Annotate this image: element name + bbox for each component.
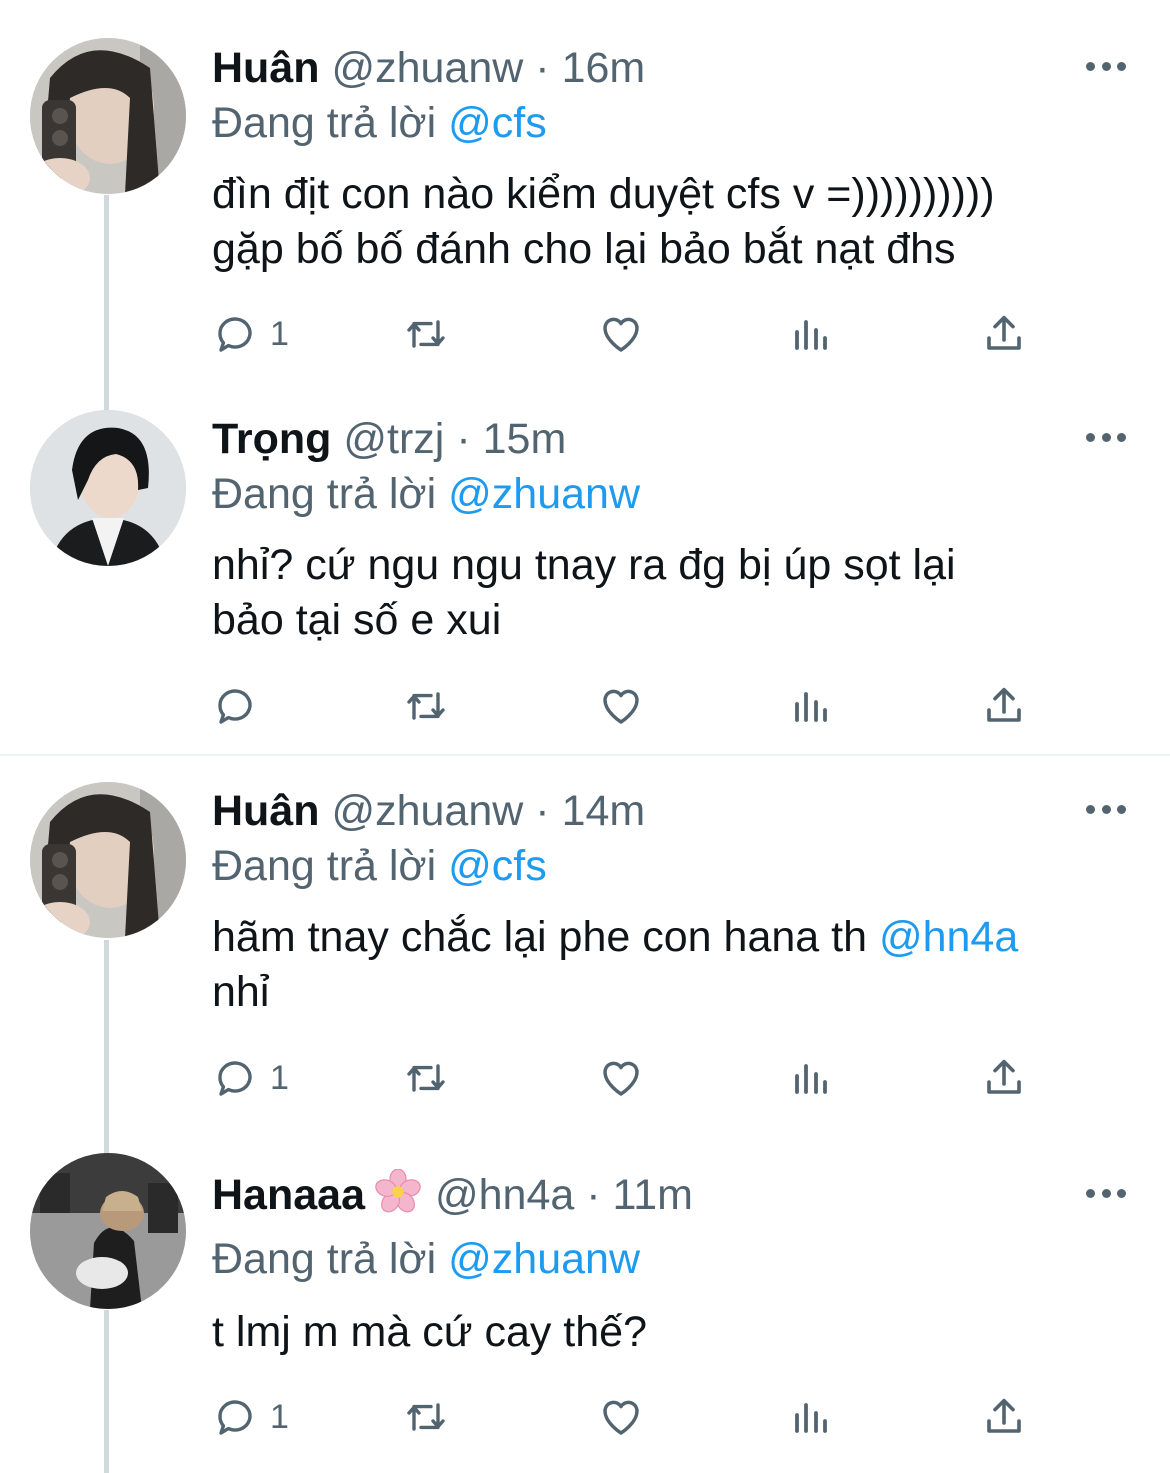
- tweet-4[interactable]: Hanaaa @hn4a · 11m Đang trả lời @zhuanw …: [0, 0, 1170, 1473]
- cherry-blossom-emoji: [375, 1169, 421, 1213]
- replying-to-mention[interactable]: @zhuanw: [448, 1235, 640, 1283]
- like-icon: [603, 1400, 639, 1435]
- share-icon: [987, 1398, 1021, 1433]
- reply-count: 1: [270, 1397, 289, 1436]
- display-name[interactable]: Hanaaa: [212, 1171, 365, 1219]
- tweet-header: Hanaaa @hn4a · 11m: [212, 1167, 693, 1223]
- more-icon[interactable]: [1086, 1186, 1126, 1200]
- timestamp[interactable]: 11m: [613, 1171, 693, 1219]
- avatar[interactable]: [30, 1153, 186, 1309]
- views-icon: [795, 1403, 827, 1433]
- tweet-text-line: t lmj m mà cứ cay thế?: [212, 1308, 647, 1356]
- handle[interactable]: @hn4a: [435, 1171, 574, 1219]
- share-button[interactable]: [980, 1393, 1028, 1441]
- retweet-button[interactable]: [402, 1393, 450, 1441]
- reply-button[interactable]: 1: [212, 1393, 289, 1441]
- action-bar: 1: [212, 1393, 1042, 1441]
- views-button[interactable]: [787, 1393, 835, 1441]
- replying-to-label: Đang trả lời: [212, 1235, 437, 1283]
- separator: ·: [586, 1171, 601, 1219]
- replying-to: Đang trả lời @zhuanw: [212, 1231, 640, 1287]
- tweet-text: t lmj m mà cứ cay thế?: [212, 1305, 1142, 1360]
- retweet-icon: [407, 1403, 445, 1431]
- reply-icon: [218, 1400, 252, 1435]
- like-button[interactable]: [597, 1393, 645, 1441]
